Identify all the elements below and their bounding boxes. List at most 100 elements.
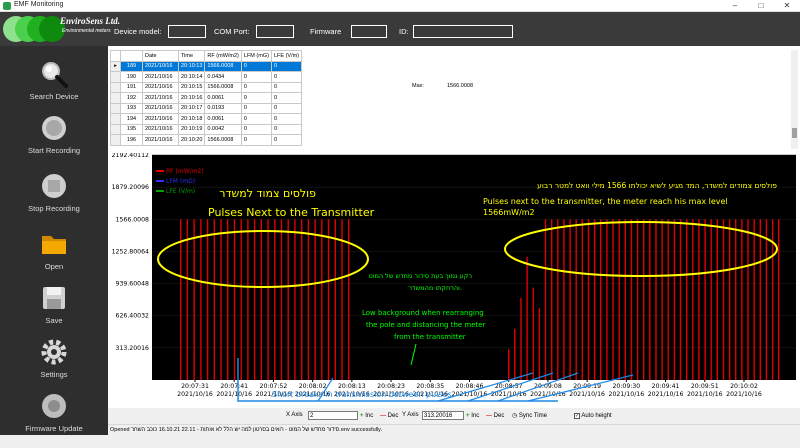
id-field[interactable] <box>413 25 513 38</box>
app-header: EnviroSens Ltd. Environmental meters Dev… <box>0 12 800 46</box>
grid-row[interactable]: 190 2021/10/16 20:10:14 0.0434 0 0 <box>110 71 303 83</box>
grid-col-rf[interactable]: RF (mW/m2) <box>204 50 242 62</box>
grid-row[interactable]: 191 2021/10/16 20:10:15 1566.0008 0 0 <box>110 81 303 93</box>
settings-button[interactable]: Settings <box>0 338 108 394</box>
rf-bar <box>673 219 676 380</box>
maximize-button[interactable]: □ <box>748 0 774 12</box>
start-recording-button[interactable]: Start Recording <box>0 114 108 170</box>
grid-row-header[interactable] <box>110 113 121 125</box>
rf-bar <box>180 219 182 380</box>
grid-cell-lfe: 0 <box>270 134 303 146</box>
firmware-label: Firmware <box>310 27 342 36</box>
x-dec-label: Dec <box>387 413 399 419</box>
close-button[interactable]: ✕ <box>774 0 800 12</box>
grid-col-lfe[interactable]: LFE (V/m) <box>270 50 303 62</box>
grid-col-time[interactable]: Time <box>177 50 206 62</box>
grid-scrollbar[interactable] <box>791 50 798 149</box>
rf-bar <box>649 219 651 380</box>
y-inc-button[interactable]: + Inc <box>466 411 479 421</box>
start-recording-label: Start Recording <box>27 146 81 155</box>
y-tick-label: 313.20016 <box>116 345 150 352</box>
grid-row[interactable]: 195 2021/10/16 20:10:19 0.0042 0 0 <box>110 123 303 135</box>
grid-cell-rf: 1566.0008 <box>204 134 242 146</box>
grid-row-header[interactable] <box>110 102 121 114</box>
auto-height-checkbox[interactable]: ✓ Auto height <box>574 411 612 421</box>
x-tick-date: 2021/10/16 <box>648 391 684 398</box>
grid-cell-lfm: 0 <box>240 60 272 72</box>
x-tick-date: 2021/10/16 <box>609 391 645 398</box>
grid-col-lfm[interactable]: LFM (mG) <box>240 50 272 62</box>
grid-scrollbar-thumb[interactable] <box>792 128 797 138</box>
device-model-field[interactable] <box>168 25 206 38</box>
y-axis-select[interactable]: 313.20016 <box>422 411 464 420</box>
grid-cell-index: 191 <box>120 81 143 93</box>
rf-bar <box>186 219 189 380</box>
rf-bar <box>747 219 749 380</box>
rf-bar <box>280 219 283 380</box>
firmware-icon <box>42 394 66 418</box>
annotation-right-english-1: Pulses next to the transmitter, the mete… <box>483 197 728 206</box>
grid-row-header[interactable] <box>110 92 121 104</box>
grid-cell-rf: 0.0061 <box>204 92 242 104</box>
grid-row[interactable]: 192 2021/10/16 20:10:16 0.0061 0 0 <box>110 92 303 104</box>
rf-bar <box>655 219 657 380</box>
rf-bar <box>327 219 330 380</box>
grid-row[interactable]: ▸ 189 2021/10/16 20:10:13 1566.0008 0 0 <box>110 60 303 72</box>
x-tick-date: 2021/10/16 <box>726 391 762 398</box>
stop-recording-button[interactable]: Stop Recording <box>0 172 108 228</box>
x-tick-date: 2021/10/16 <box>687 391 723 398</box>
rf-bar <box>716 219 718 380</box>
open-button[interactable]: Open <box>0 230 108 286</box>
x-tick-date: 2021/10/16 <box>216 391 252 398</box>
sync-time-button[interactable]: ◷ Sync Time <box>512 411 547 421</box>
floppy-icon <box>43 287 65 309</box>
grid-corner <box>110 50 121 62</box>
grid-cell-date: 2021/10/16 <box>142 102 179 114</box>
rf-bar <box>569 219 571 380</box>
grid-cell-time: 20:10:18 <box>177 113 206 125</box>
search-device-button[interactable]: Search Device <box>0 60 108 116</box>
rf-bar <box>287 219 289 380</box>
data-grid: Date Time RF (mW/m2) LFM (mG) LFE (V/m) … <box>110 50 303 146</box>
grid-row-header[interactable] <box>110 81 121 93</box>
search-device-label: Search Device <box>29 92 79 101</box>
max-value: 1566.0008 <box>447 83 473 89</box>
x-inc-button[interactable]: + Inc <box>360 411 373 421</box>
magnifier-icon <box>42 62 68 88</box>
grid-row[interactable]: 193 2021/10/16 20:10:17 0.0193 0 0 <box>110 102 303 114</box>
grid-cell-date: 2021/10/16 <box>142 123 179 135</box>
x-axis-select[interactable]: 2 <box>308 411 358 420</box>
stop-icon <box>42 174 66 198</box>
rf-chart: 2192.40112 1879.20096 1566.0008 1252.80064 9… <box>112 153 796 402</box>
rf-bar <box>274 219 276 380</box>
grid-cell-lfm: 0 <box>240 102 272 114</box>
y-tick-label: 1566.0008 <box>116 216 150 223</box>
grid-row[interactable]: 194 2021/10/16 20:10:18 0.0061 0 0 <box>110 113 303 125</box>
x-tick-time: 20:07:52 <box>260 383 288 390</box>
firmware-field[interactable] <box>351 25 387 38</box>
grid-row-header[interactable] <box>110 134 121 146</box>
firmware-update-button[interactable]: Firmware Update <box>0 392 108 448</box>
grid-row-header[interactable] <box>110 123 121 135</box>
grid-col-date[interactable]: Date <box>142 50 179 62</box>
grid-row-header[interactable]: ▸ <box>110 60 121 72</box>
x-tick-date: 2021/10/16 <box>177 391 213 398</box>
record-icon <box>42 116 66 140</box>
com-port-field[interactable] <box>256 25 294 38</box>
chart-panel: 2192.40112 1879.20096 1566.0008 1252.80064 9… <box>108 153 800 408</box>
rf-bar <box>233 219 236 380</box>
grid-row-header[interactable] <box>110 71 121 83</box>
plus-icon: + <box>466 413 470 419</box>
save-label: Save <box>45 316 63 325</box>
grid-cell-lfe: 0 <box>270 92 303 104</box>
grid-row[interactable]: 196 2021/10/16 20:10:20 1566.0008 0 0 <box>110 134 303 146</box>
x-dec-button[interactable]: — Dec <box>380 411 398 421</box>
grid-cell-index: 194 <box>120 113 143 125</box>
y-dec-button[interactable]: — Dec <box>486 411 504 421</box>
x-tick-date: 2021/10/16 <box>530 391 566 398</box>
grid-cell-lfm: 0 <box>240 134 272 146</box>
save-button[interactable]: Save <box>0 284 108 340</box>
minimize-button[interactable]: – <box>722 0 748 12</box>
grid-cell-index: 189 <box>120 60 143 72</box>
rf-bar <box>667 219 669 380</box>
